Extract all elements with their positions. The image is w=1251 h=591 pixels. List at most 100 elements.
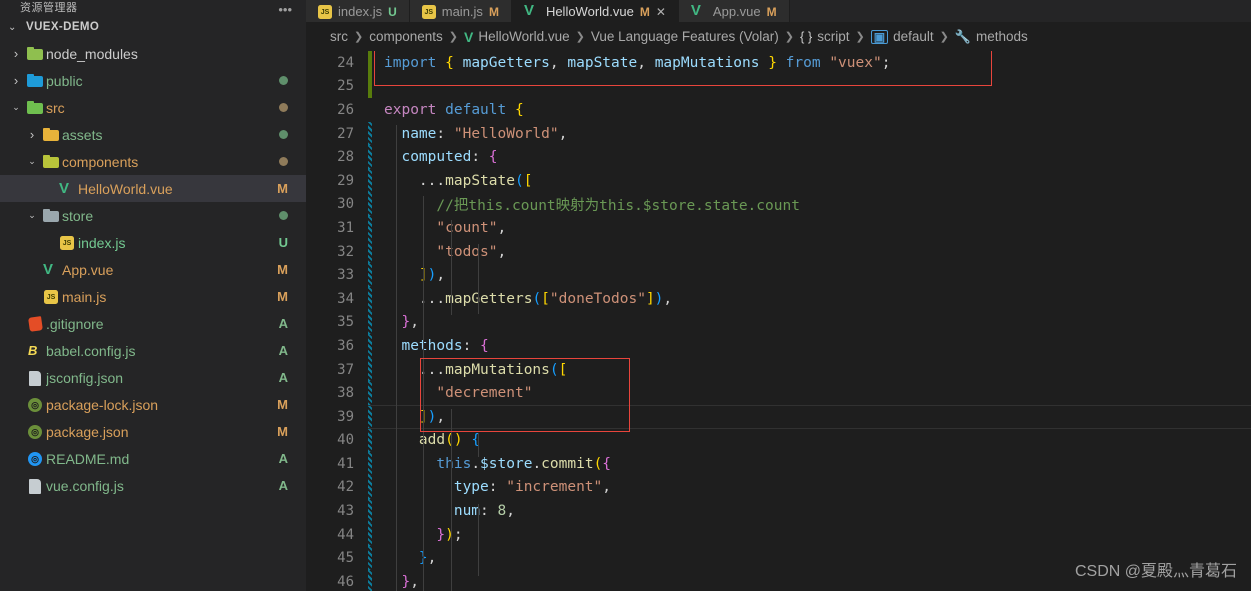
explorer-header: 资源管理器 ••• (0, 0, 306, 15)
chevron-right-icon[interactable]: › (8, 73, 24, 88)
editor-tab-helloworld-vue[interactable]: V HelloWorld.vue M ✕ (511, 0, 679, 22)
tree-item-vue-config-js[interactable]: vue.config.js A (0, 472, 306, 499)
code-line[interactable]: 30 //把this.count映射为this.$store.state.cou… (306, 192, 1251, 217)
code-line[interactable]: 32 "todos", (306, 239, 1251, 264)
tree-item-package-lock-json[interactable]: ◎ package-lock.json M (0, 391, 306, 418)
tree-item-index-js[interactable]: JS index.js U (0, 229, 306, 256)
readme-file-icon: ◎ (28, 452, 42, 466)
tree-item-label: src (46, 99, 65, 116)
chevron-down-icon[interactable]: ⌄ (24, 210, 40, 221)
line-number: 32 (337, 243, 354, 260)
chevron-right-icon[interactable]: › (8, 46, 24, 61)
git-gutter-none (368, 98, 372, 122)
tree-item-label: node_modules (46, 45, 138, 62)
line-number: 35 (337, 314, 354, 331)
breadcrumb-item-default[interactable]: ▣ default (870, 29, 934, 44)
code-text: this.$store.commit({ (436, 455, 612, 472)
project-root-row[interactable]: ⌄ VUEX-DEMO (0, 14, 306, 40)
chevron-down-icon[interactable]: ⌄ (24, 156, 40, 167)
tree-item-babel-config-js[interactable]: Bbabel.config.js A (0, 337, 306, 364)
line-number: 36 (337, 337, 354, 354)
git-gutter-modified (368, 334, 372, 358)
tree-item-store[interactable]: ⌄ store (0, 202, 306, 229)
tree-item-jsconfig-json[interactable]: jsconfig.json A (0, 364, 306, 391)
tree-item-package-json[interactable]: ◎ package.json M (0, 418, 306, 445)
code-editor[interactable]: 24 import { mapGetters, mapState, mapMuta… (306, 51, 1251, 591)
breadcrumb-item-src[interactable]: src (330, 29, 348, 44)
code-line[interactable]: 31 "count", (306, 216, 1251, 240)
git-status-badge: M (277, 262, 288, 277)
breadcrumb-item-helloworld-vue[interactable]: V HelloWorld.vue (464, 29, 570, 45)
code-line[interactable]: 28 computed: { (306, 145, 1251, 169)
git-gutter-modified (368, 381, 372, 405)
more-actions-icon[interactable]: ••• (278, 3, 292, 14)
editor-tab-main-js[interactable]: JS main.js M (409, 0, 512, 22)
breadcrumb-label: script (817, 29, 850, 44)
chevron-right-icon[interactable]: › (24, 127, 40, 142)
tree-item-app-vue[interactable]: V App.vue M (0, 256, 306, 283)
default-export-icon: ▣ (870, 29, 889, 44)
code-line[interactable]: 44 }); (306, 522, 1251, 547)
git-gutter-modified (368, 263, 372, 287)
editor-tab-app-vue[interactable]: V App.vue M (678, 0, 790, 22)
line-number: 29 (337, 172, 354, 189)
file-tree[interactable]: › node_modules › public ⌄ src › assets ⌄ componen… (0, 40, 306, 591)
code-text: import { mapGetters, mapState, mapMutati… (384, 54, 891, 71)
breadcrumb[interactable]: src ❯ components ❯ V HelloWorld.vue ❯ Vue Langu… (306, 22, 1251, 51)
code-line[interactable]: 39 ]), (306, 404, 1251, 429)
code-line[interactable]: 38 "decrement" (306, 381, 1251, 405)
code-line[interactable]: 43 num: 8, (306, 499, 1251, 523)
npm-file-icon: ◎ (28, 398, 42, 412)
file-icon-wrap (24, 370, 46, 386)
tree-item-readme-md[interactable]: ◎ README.md A (0, 445, 306, 472)
code-line[interactable]: 36 methods: { (306, 334, 1251, 358)
tree-item-node-modules[interactable]: › node_modules (0, 40, 306, 67)
breadcrumb-item-methods[interactable]: 🔧 methods (955, 29, 1028, 45)
vue-file-icon: V (43, 260, 54, 278)
git-status-badge: A (278, 316, 288, 331)
breadcrumb-item-script[interactable]: { } script (800, 29, 850, 44)
code-line[interactable]: 33 ]), (306, 263, 1251, 287)
close-icon[interactable]: ✕ (656, 5, 666, 19)
tree-item-main-js[interactable]: JS main.js M (0, 283, 306, 310)
git-gutter-modified (368, 522, 372, 547)
tree-item-assets[interactable]: › assets (0, 121, 306, 148)
code-line[interactable]: 34 ...mapGetters(["doneTodos"]), (306, 286, 1251, 311)
code-line[interactable]: 29 ...mapState([ (306, 168, 1251, 193)
code-line[interactable]: 35 }, (306, 310, 1251, 335)
line-number: 42 (337, 479, 354, 496)
chevron-down-icon[interactable]: ⌄ (8, 102, 24, 113)
git-gutter-modified (368, 168, 372, 193)
tab-file-icon: JS (318, 4, 332, 19)
js-file-icon: JS (44, 290, 58, 304)
code-line[interactable]: 25 (306, 74, 1251, 99)
breadcrumb-item-components[interactable]: components (369, 29, 443, 44)
code-line[interactable]: 41 this.$store.commit({ (306, 452, 1251, 476)
code-line[interactable]: 27 name: "HelloWorld", (306, 121, 1251, 146)
git-status-dot (279, 103, 288, 112)
tree-item-public[interactable]: › public (0, 67, 306, 94)
code-line[interactable]: 37 ...mapMutations([ (306, 357, 1251, 382)
tree-item-label: App.vue (62, 261, 114, 278)
code-line[interactable]: 26 export default { (306, 98, 1251, 122)
file-icon-wrap: ◎ (24, 424, 46, 439)
file-icon-wrap: JS (56, 235, 78, 250)
breadcrumb-item-vue-language-features-volar[interactable]: Vue Language Features (Volar) (591, 29, 779, 44)
tree-item-components[interactable]: ⌄ components (0, 148, 306, 175)
code-line[interactable]: 42 type: "increment", (306, 475, 1251, 500)
line-number: 40 (337, 432, 354, 449)
tree-item-src[interactable]: ⌄ src (0, 94, 306, 121)
editor-tab-index-js[interactable]: JS index.js U (306, 0, 410, 22)
code-line[interactable]: 40 add() { (306, 428, 1251, 453)
folder-public-icon (27, 73, 43, 89)
editor-tab-bar[interactable]: JS index.js U JS main.js M V HelloWorld.vue M ✕ V A… (306, 0, 1251, 22)
tree-item-helloworld-vue[interactable]: V HelloWorld.vue M (0, 175, 306, 202)
tree-item-gitignore[interactable]: .gitignore A (0, 310, 306, 337)
code-text: ...mapState([ (418, 172, 533, 189)
chevron-down-icon[interactable]: ⌄ (8, 22, 22, 33)
code-line[interactable]: 24 import { mapGetters, mapState, mapMuta… (306, 51, 1251, 75)
wrench-icon: 🔧 (954, 28, 972, 44)
git-gutter-modified (368, 310, 372, 335)
git-gutter-added (368, 51, 372, 75)
code-text: add() { (418, 432, 481, 449)
